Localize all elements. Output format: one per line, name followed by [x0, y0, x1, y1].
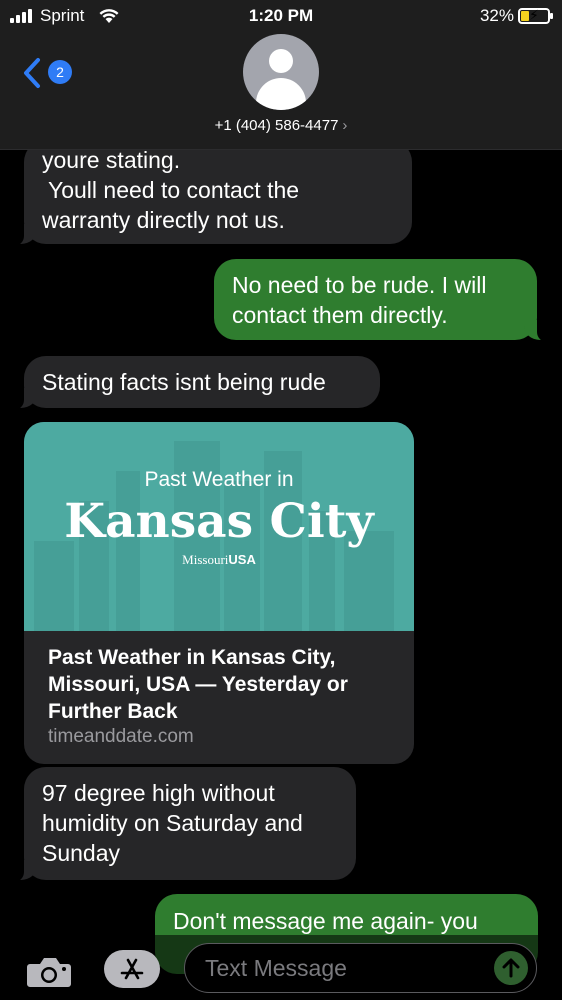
camera-button[interactable] — [26, 956, 72, 988]
link-image-city: Kansas City — [64, 494, 374, 549]
conversation-header: Sprint 1:20 PM 32% ⚡ 2 +1 (404) 586-4477… — [0, 0, 562, 150]
message-text-line: No need to be rude. I will — [232, 272, 487, 298]
send-button[interactable] — [494, 951, 528, 985]
link-image-location: MissouriUSA — [182, 552, 256, 567]
contact-name-button[interactable]: +1 (404) 586-4477 › — [0, 117, 562, 134]
message-text-line: warranty directly not us. — [42, 207, 285, 233]
message-text-line: 97 degree high without — [42, 780, 275, 806]
status-time: 1:20 PM — [248, 6, 314, 25]
link-image-subtitle: Past Weather in — [144, 468, 294, 491]
message-bubble-outgoing[interactable]: No need to be rude. I will contact them … — [214, 259, 551, 342]
app-store-button[interactable] — [104, 950, 160, 988]
app-store-icon — [120, 958, 144, 980]
unread-count-badge: 2 — [48, 60, 72, 84]
link-preview-image: Past Weather in Kansas City MissouriUSA — [24, 422, 414, 631]
message-text-line: Stating facts isnt being rude — [42, 369, 326, 395]
camera-icon — [27, 958, 71, 987]
message-bubble-incoming[interactable]: 97 degree high without humidity on Satur… — [10, 767, 356, 882]
contact-number: +1 (404) 586-4477 — [214, 117, 339, 134]
message-thread[interactable]: youre stating. Youll need to contact the… — [0, 0, 562, 1000]
link-preview-card[interactable]: Past Weather in Kansas City MissouriUSA … — [24, 422, 414, 764]
status-bar: Sprint 1:20 PM 32% ⚡ — [0, 0, 562, 32]
message-bubble-incoming[interactable]: youre stating. Youll need to contact the… — [10, 140, 412, 246]
chevron-left-icon — [24, 58, 40, 88]
send-arrow-icon — [502, 958, 520, 978]
message-text-line: contact them directly. — [232, 302, 448, 328]
message-text-line: Youll need to contact the — [42, 177, 300, 203]
link-preview-title: Past Weather in Kansas City, Missouri, U… — [48, 646, 348, 723]
contact-avatar[interactable] — [243, 34, 319, 110]
message-bubble-incoming[interactable]: Stating facts isnt being rude — [10, 356, 380, 410]
message-input[interactable] — [205, 954, 485, 982]
message-text-line: Sunday — [42, 840, 121, 866]
link-preview-domain: timeanddate.com — [48, 726, 194, 747]
battery-percent: 32% — [479, 6, 514, 25]
back-button[interactable]: 2 — [22, 56, 82, 90]
message-input-field[interactable] — [184, 943, 537, 993]
message-text-line: humidity on Saturday and — [42, 810, 303, 836]
message-text-line: Don't message me again- you — [173, 908, 478, 934]
chevron-right-icon: › — [342, 117, 348, 134]
battery-charging-icon: ⚡ — [518, 7, 553, 24]
